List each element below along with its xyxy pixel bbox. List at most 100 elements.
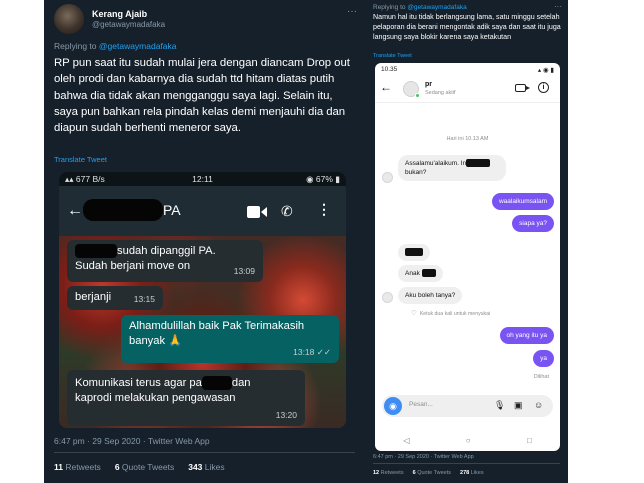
likes-label: Likes	[470, 470, 484, 476]
dm-header: ← pr Sedang aktif i	[375, 77, 560, 103]
video-call-icon	[515, 84, 530, 92]
microphone-icon[interactable]: 🎙	[494, 400, 505, 411]
replying-to: Replying to @getawaymadafaka	[373, 4, 467, 11]
retweets-count: 12	[373, 470, 380, 476]
retweets-label: Retweets	[65, 462, 101, 472]
message-line: Sudah berjani move on	[75, 260, 191, 272]
likes-stat[interactable]: 278 Likes	[460, 470, 484, 476]
whatsapp-screenshot[interactable]: ▴▴ 677 B/s 12:11 ◉ 67% ▮ ← PA ✆ ⋮ sudah …	[59, 172, 346, 428]
tweet-text: Namun hal itu tidak berlangsung lama, sa…	[373, 13, 561, 41]
message-line: dan	[231, 377, 251, 389]
message-bubble-incoming: Aku boleh tanya?	[398, 287, 463, 304]
redacted-name	[466, 159, 491, 168]
mention-link[interactable]: @getawaymadafaka	[99, 41, 177, 51]
message-bubble-outgoing: oh yang itu ya	[499, 327, 554, 344]
date-divider: Hari ini 10.13 AM	[446, 136, 489, 142]
online-dot-icon	[415, 93, 420, 98]
instagram-dm-screenshot[interactable]: 10.35 ▴ ◉ ▮ ← pr Sedang aktif i Hari ini…	[375, 63, 560, 451]
likes-stat[interactable]: 343 Likes	[188, 462, 224, 472]
nav-recent-icon[interactable]: □	[527, 436, 532, 445]
display-name[interactable]: Kerang Ajaib	[92, 9, 165, 19]
more-options-icon[interactable]: ···	[554, 2, 562, 11]
sender-avatar	[382, 292, 393, 303]
status-icons: ▴ ◉ ▮	[537, 67, 554, 74]
back-arrow-icon: ←	[380, 80, 392, 94]
nav-home-icon[interactable]: ○	[466, 436, 471, 445]
retweets-label: Retweets	[380, 470, 404, 476]
redacted-contact-name	[83, 199, 163, 221]
replying-prefix: Replying to	[373, 4, 408, 11]
message-bubble-outgoing: Alhamdulillah baik Pak Terimakasih banya…	[121, 315, 339, 363]
message-bubble-incoming: Anak	[398, 265, 443, 282]
redacted-name	[421, 269, 436, 278]
likes-count: 343	[188, 462, 203, 472]
translate-tweet-link[interactable]: Translate Tweet	[54, 155, 107, 164]
status-time: 12:11	[192, 174, 213, 184]
message-line: sudah dipanggil PA.	[117, 245, 216, 257]
redacted-name	[201, 376, 232, 391]
android-nav-bar: ◁ ○ □	[375, 429, 560, 451]
tweet-timestamp[interactable]: 6:47 pm · 29 Sep 2020 · Twitter Web App	[373, 454, 474, 460]
status-time: 10.35	[381, 66, 398, 73]
message-bubble-incoming: sudah dipanggil PA. Sudah berjani move o…	[67, 240, 263, 282]
sticker-icon[interactable]: ☺	[534, 400, 543, 410]
message-composer: ◉ Pesan... 🎙 ▣ ☺	[382, 395, 553, 417]
likes-count: 278	[460, 470, 470, 476]
camera-icon[interactable]: ◉	[384, 397, 402, 415]
message-time: 13:09	[233, 266, 255, 276]
tweet-author[interactable]: Kerang Ajaib @getawaymadafaka	[54, 4, 165, 34]
replying-to: Replying to @getawaymadafaka	[54, 41, 177, 51]
translate-tweet-link[interactable]: Translate Tweet	[373, 53, 412, 59]
message-time-read: 13:18 ✓✓	[293, 347, 331, 357]
info-icon: i	[538, 82, 549, 93]
retweets-stat[interactable]: 12 Retweets	[373, 470, 404, 476]
gallery-icon[interactable]: ▣	[514, 400, 523, 411]
quote-tweets-count: 6	[412, 470, 416, 476]
redacted-name	[75, 244, 117, 259]
left-tweet: Kerang Ajaib @getawaymadafaka ··· Replyi…	[44, 0, 365, 483]
message-bubble-outgoing: waalaikumsalam	[491, 193, 554, 210]
quote-tweets-stat[interactable]: 6 Quote Tweets	[115, 462, 174, 472]
tweet-timestamp[interactable]: 6:47 pm · 29 Sep 2020 · Twitter Web App	[54, 436, 210, 446]
retweets-count: 11	[54, 462, 63, 472]
message-line: Alhamdulillah baik Pak Terimakasih	[129, 320, 305, 332]
video-call-icon	[247, 206, 267, 218]
phone-status-bar: ▴▴ 677 B/s 12:11 ◉ 67% ▮	[59, 172, 346, 186]
tweet-stats: 11 Retweets 6 Quote Tweets 343 Likes	[54, 462, 225, 472]
heart-icon[interactable]: ♡	[411, 310, 417, 317]
avatar[interactable]	[54, 4, 84, 34]
message-line: Assalamu'alaikum. In	[405, 160, 467, 167]
signal-speed: ▴▴ 677 B/s	[65, 174, 105, 184]
phone-call-icon: ✆	[281, 203, 293, 219]
quote-tweets-label: Quote Tweets	[121, 462, 175, 472]
message-input[interactable]: Pesan...	[409, 401, 433, 408]
redacted-text	[405, 248, 423, 257]
message-bubble-outgoing: siapa ya?	[512, 215, 554, 232]
user-handle[interactable]: @getawaymadafaka	[92, 20, 165, 29]
menu-icon: ⋮	[317, 201, 331, 217]
back-arrow-icon: ←	[67, 202, 83, 219]
quote-tweets-stat[interactable]: 6 Quote Tweets	[413, 470, 451, 476]
message-bubble-incoming: Assalamu'alaikum. In bukan?	[398, 155, 506, 181]
tweet-text: RP pun saat itu sudah mulai jera dengan …	[54, 57, 350, 135]
message-line: kaprodi melakukan pengawasan	[75, 392, 236, 404]
likes-label: Likes	[204, 462, 225, 472]
retweets-stat[interactable]: 11 Retweets	[54, 462, 101, 472]
divider	[54, 452, 355, 453]
phone-status-bar: 10.35 ▴ ◉ ▮	[375, 63, 560, 77]
quote-tweets-label: Quote Tweets	[417, 470, 452, 476]
message-time: 13:15	[133, 294, 155, 304]
more-options-icon[interactable]: ···	[347, 6, 357, 17]
battery-status: ◉ 67% ▮	[306, 174, 340, 184]
message-line: bukan?	[405, 169, 427, 176]
replying-prefix: Replying to	[54, 41, 99, 51]
message-line: Komunikasi terus agar pa	[75, 377, 202, 389]
nav-back-icon[interactable]: ◁	[403, 436, 409, 445]
mention-link[interactable]: @getawaymadafaka	[407, 4, 466, 11]
message-line: Anak	[405, 270, 420, 277]
message-bubble-incoming: berjanji 13:15	[67, 286, 163, 310]
active-status: Sedang aktif	[425, 90, 456, 96]
tweet-stats: 12 Retweets 6 Quote Tweets 278 Likes	[373, 470, 484, 476]
right-tweet: Replying to @getawaymadafaka ··· Namun h…	[365, 0, 568, 483]
chat-header: ← PA ✆ ⋮	[59, 186, 346, 236]
